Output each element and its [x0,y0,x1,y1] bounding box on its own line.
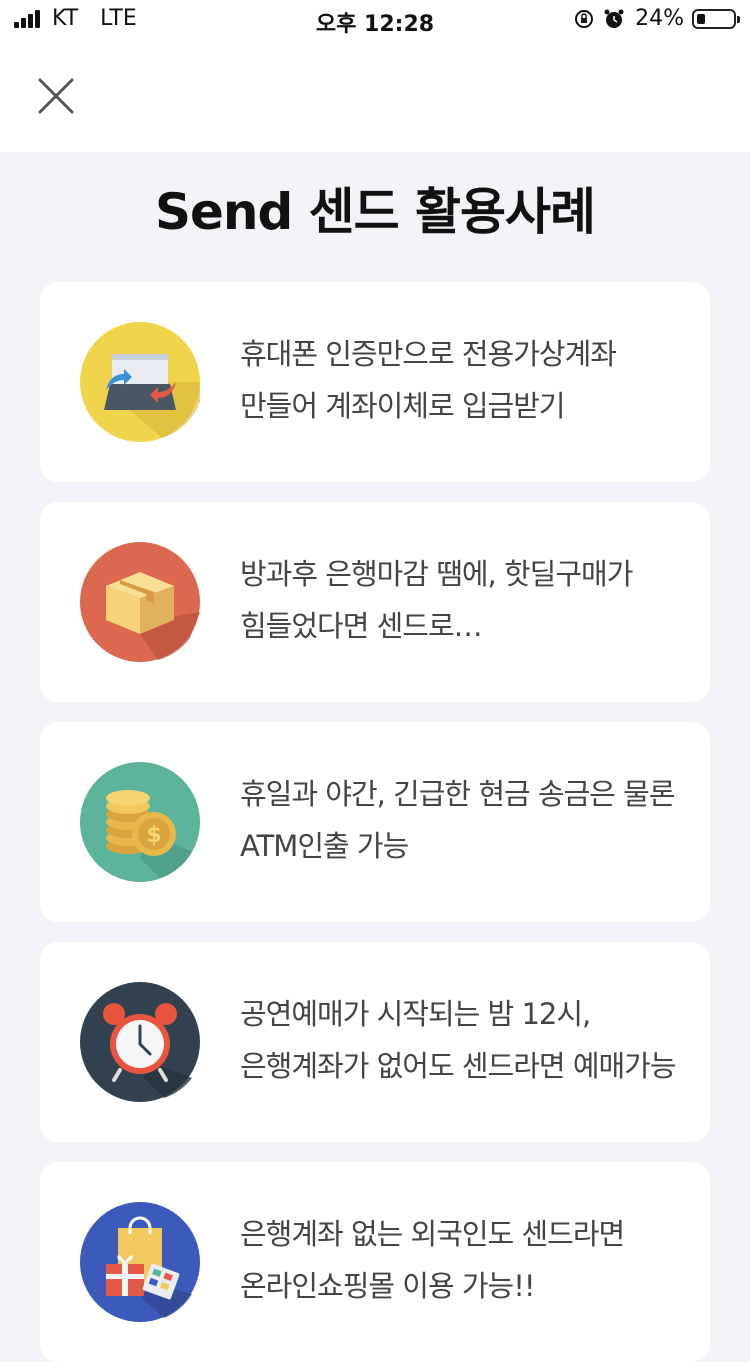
case-card-foreigner-shopping[interactable]: 은행계좌 없는 외국인도 센드라면 온라인쇼핑몰 이용 가능!! [40,1162,710,1362]
case-text: 공연예매가 시작되는 밤 12시, 은행계좌가 없어도 센드라면 예매가능 [240,997,677,1083]
page-title: Send 센드 활용사례 [154,183,596,241]
case-text: 은행계좌 없는 외국인도 센드라면 온라인쇼핑몰 이용 가능!! [240,1217,625,1303]
status-bar: KT LTE 오후 12:28 24% [0,0,750,40]
status-right: 24% [565,6,740,31]
battery-percent: 24% [635,6,684,31]
alarm-icon [604,9,624,28]
coins-icon: $ [80,762,200,882]
top-bar [0,40,750,152]
svg-text:$: $ [146,823,161,848]
shopping-bag-icon [80,1202,200,1322]
orientation-lock-icon [575,9,594,28]
battery-icon [692,8,740,29]
case-text: 방과후 은행마감 땜에, 핫딜구매가 힘들었다면 센드로… [240,557,633,643]
case-card-hot-deal[interactable]: 방과후 은행마감 땜에, 핫딜구매가 힘들었다면 센드로… [40,502,710,702]
bank-transfer-icon [80,322,200,442]
case-card-ticketing[interactable]: 공연예매가 시작되는 밤 12시, 은행계좌가 없어도 센드라면 예매가능 [40,942,710,1142]
case-card-virtual-account[interactable]: 휴대폰 인증만으로 전용가상계좌 만들어 계좌이체로 입금받기 [40,282,710,482]
close-icon[interactable] [36,76,76,116]
case-card-cash-transfer[interactable]: $ 휴일과 야간, 긴급한 현금 송금은 물론 ATM인출 가능 [40,722,710,922]
package-box-icon [80,542,200,662]
alarm-clock-icon [80,982,200,1102]
case-text: 휴일과 야간, 긴급한 현금 송금은 물론 ATM인출 가능 [240,777,676,863]
case-text: 휴대폰 인증만으로 전용가상계좌 만들어 계좌이체로 입금받기 [240,337,617,423]
